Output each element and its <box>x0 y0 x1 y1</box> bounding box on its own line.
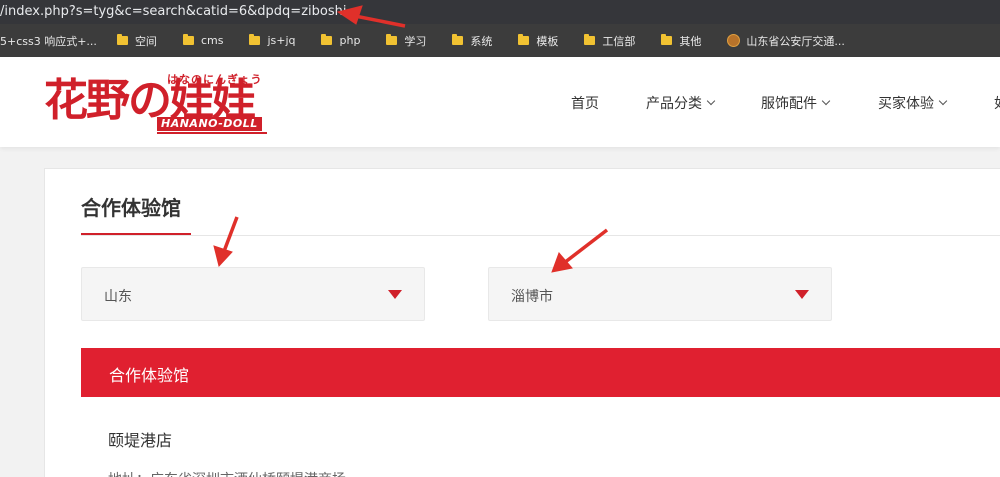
bookmark-label: php <box>339 34 361 47</box>
bookmark-label: 模板 <box>536 34 559 48</box>
bookmark-item[interactable]: 山东省公安厅交通... <box>727 24 845 57</box>
bookmark-label: 系统 <box>470 34 493 48</box>
section-header-bar: 合作体验馆 <box>81 348 1000 397</box>
title-divider <box>81 235 1000 236</box>
folder-icon <box>518 34 530 45</box>
main-nav: 首页 产品分类 服饰配件 买家体验 如 <box>0 57 1000 147</box>
bookmark-folder[interactable]: js+jq <box>249 24 295 57</box>
url-text: /index.php?s=tyg&c=search&catid=6&dpdq=z… <box>0 4 347 19</box>
bookmark-item[interactable]: 5+css3 响应式+... <box>0 24 97 57</box>
bookmark-label: 山东省公安厅交通... <box>746 34 845 48</box>
bookmark-folder[interactable]: php <box>321 24 360 57</box>
folder-icon <box>116 34 128 45</box>
caret-down-icon <box>388 290 402 299</box>
nav-item-home[interactable]: 首页 <box>571 93 599 113</box>
store-address: 地址：广东省深圳市酒仙桥颐堤港商场 <box>108 469 346 477</box>
nav-item-buyer-experience[interactable]: 买家体验 <box>878 93 948 113</box>
province-select-value: 山东 <box>104 289 132 305</box>
folder-icon <box>386 34 398 45</box>
bookmark-label: cms <box>200 34 224 47</box>
bookmark-label: 工信部 <box>602 34 636 48</box>
nav-label: 产品分类 <box>646 96 702 112</box>
city-select[interactable]: 淄博市 <box>488 267 832 321</box>
folder-icon <box>182 34 194 45</box>
folder-icon <box>321 34 333 45</box>
bookmark-label: 学习 <box>404 34 427 48</box>
chevron-down-icon <box>821 96 831 106</box>
page-title: 合作体验馆 <box>81 196 181 220</box>
store-name: 颐堤港店 <box>108 431 173 450</box>
bookmark-label: 其他 <box>679 34 702 48</box>
bookmark-label: 空间 <box>134 34 157 48</box>
chevron-down-icon <box>706 96 716 106</box>
nav-label: 首页 <box>571 96 599 112</box>
bookmark-folder[interactable]: 工信部 <box>584 24 635 57</box>
chevron-down-icon <box>938 96 948 106</box>
caret-down-icon <box>795 290 809 299</box>
bookmarks-bar: 5+css3 响应式+... 空间 cms js+jq php 学习 系统 模板… <box>0 24 1000 57</box>
bookmark-label: 5+css3 响应式+... <box>0 34 97 48</box>
site-header: はなのにんぎょう 花野の娃娃 HANANO-DOLL 首页 产品分类 服饰配件 … <box>0 57 1000 147</box>
folder-icon <box>584 34 596 45</box>
folder-icon <box>661 34 673 45</box>
folder-icon <box>452 34 464 45</box>
bookmark-folder[interactable]: 系统 <box>452 24 492 57</box>
nav-item-accessories[interactable]: 服饰配件 <box>761 93 831 113</box>
nav-label: 买家体验 <box>878 96 934 112</box>
bookmark-folder[interactable]: 学习 <box>386 24 426 57</box>
police-badge-icon <box>727 34 741 47</box>
nav-label: 服饰配件 <box>761 96 817 112</box>
nav-label: 如 <box>994 93 1000 113</box>
nav-item-products[interactable]: 产品分类 <box>646 93 716 113</box>
bookmark-label: js+jq <box>267 34 296 47</box>
folder-icon <box>249 34 261 45</box>
bookmark-folder[interactable]: 空间 <box>116 24 157 57</box>
store-locator-panel: 合作体验馆 山东 淄博市 合作体验馆 颐堤港店 地址：广东省深圳市酒仙桥颐堤港商… <box>44 168 1000 477</box>
address-bar[interactable]: /index.php?s=tyg&c=search&catid=6&dpdq=z… <box>0 0 1000 24</box>
bookmark-folder[interactable]: 模板 <box>518 24 558 57</box>
bookmark-folder[interactable]: 其他 <box>661 24 701 57</box>
nav-item-truncated[interactable]: 如 <box>994 93 1000 113</box>
bookmark-folder[interactable]: cms <box>182 24 224 57</box>
section-header-label: 合作体验馆 <box>109 366 190 385</box>
city-select-value: 淄博市 <box>511 289 553 305</box>
province-select[interactable]: 山东 <box>81 267 425 321</box>
